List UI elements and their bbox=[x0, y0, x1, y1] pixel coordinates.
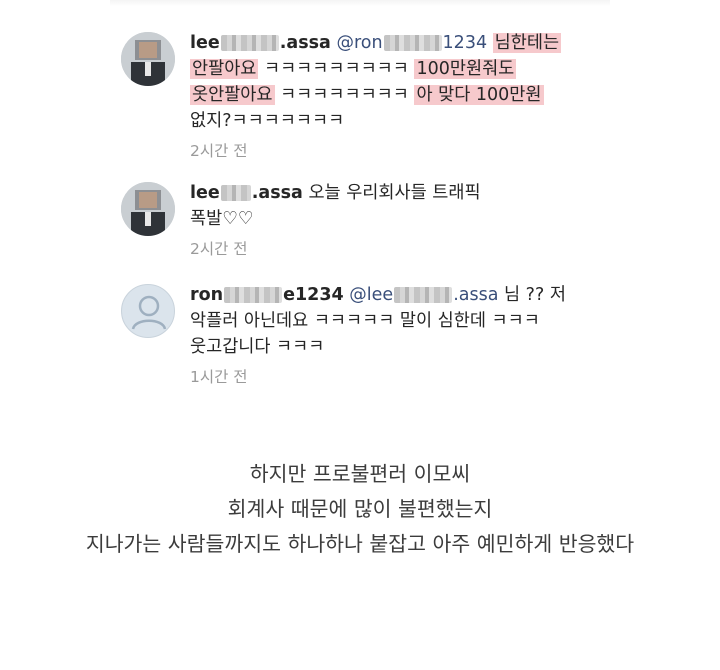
profile-photo-icon bbox=[121, 32, 175, 86]
mention-link[interactable]: @ron 1234 bbox=[336, 33, 487, 53]
highlighted-text: 님한테는 bbox=[492, 33, 562, 53]
caption-line: 지나가는 사람들까지도 하나하나 붙잡고 아주 예민하게 반응했다 bbox=[85, 532, 635, 556]
username[interactable]: lee .assa bbox=[190, 183, 303, 203]
comment-text: 님 ?? 저 bbox=[504, 285, 566, 305]
avatar[interactable] bbox=[121, 32, 175, 86]
username[interactable]: lee .assa bbox=[190, 33, 331, 53]
username[interactable]: ron e1234 bbox=[190, 285, 344, 305]
avatar[interactable] bbox=[121, 284, 175, 338]
comment-text: 오늘 우리회사들 트래픽 bbox=[308, 183, 481, 203]
timestamp: 2시간 전 bbox=[190, 142, 248, 160]
timestamp: 2시간 전 bbox=[190, 240, 248, 258]
highlighted-text: 100만원줘도 bbox=[414, 59, 517, 79]
caption-line: 하지만 프로불편러 이모씨 bbox=[249, 462, 471, 486]
comment-text: 없지?ㅋㅋㅋㅋㅋㅋㅋ bbox=[190, 111, 345, 131]
blurred-username-part bbox=[220, 35, 279, 51]
blurred-username-part bbox=[224, 287, 283, 303]
caption: 하지만 프로불편러 이모씨 회계사 때문에 많이 불편했는지 지나가는 사람들까… bbox=[0, 457, 720, 562]
comment-body: ron e1234 @lee .assa 님 ?? 저 악플러 아닌데요 ㅋㅋㅋㅋㅋ… bbox=[190, 282, 600, 390]
highlighted-text: 안팔아요 bbox=[190, 59, 259, 79]
comment-body: lee .assa 오늘 우리회사들 트래픽 폭발♡♡ 2시간 전 bbox=[190, 180, 600, 262]
comment-text: ㅋㅋㅋㅋㅋㅋㅋㅋㅋ bbox=[263, 59, 409, 79]
caption-line: 회계사 때문에 많이 불편했는지 bbox=[227, 497, 493, 521]
comment-text: 악플러 아닌데요 ㅋㅋㅋㅋㅋ 말이 심한데 ㅋㅋㅋ bbox=[190, 311, 540, 331]
comment-list: lee .assa @ron 1234 님한테는 안팔아요 ㅋㅋㅋㅋㅋㅋㅋㅋㅋ 10… bbox=[0, 0, 720, 390]
comment-text: 웃고갑니다 ㅋㅋㅋ bbox=[190, 337, 325, 357]
comment-body: lee .assa @ron 1234 님한테는 안팔아요 ㅋㅋㅋㅋㅋㅋㅋㅋㅋ 10… bbox=[190, 30, 600, 164]
comment-text: 폭발♡♡ bbox=[190, 209, 254, 229]
highlighted-text: 옷안팔아요 bbox=[190, 85, 275, 105]
blurred-username-part bbox=[220, 185, 251, 201]
scroll-edge-shadow bbox=[110, 0, 610, 6]
avatar[interactable] bbox=[121, 182, 175, 236]
comment-text: ㅋㅋㅋㅋㅋㅋㅋㅋ bbox=[280, 85, 409, 105]
profile-photo-icon bbox=[121, 182, 175, 236]
mention-link[interactable]: @lee .assa bbox=[349, 285, 498, 305]
highlighted-text: 아 맞다 100만원 bbox=[414, 85, 544, 105]
blurred-mention-part bbox=[394, 287, 453, 303]
timestamp: 1시간 전 bbox=[190, 368, 248, 386]
blurred-mention-part bbox=[383, 35, 442, 51]
default-profile-icon bbox=[131, 295, 167, 330]
